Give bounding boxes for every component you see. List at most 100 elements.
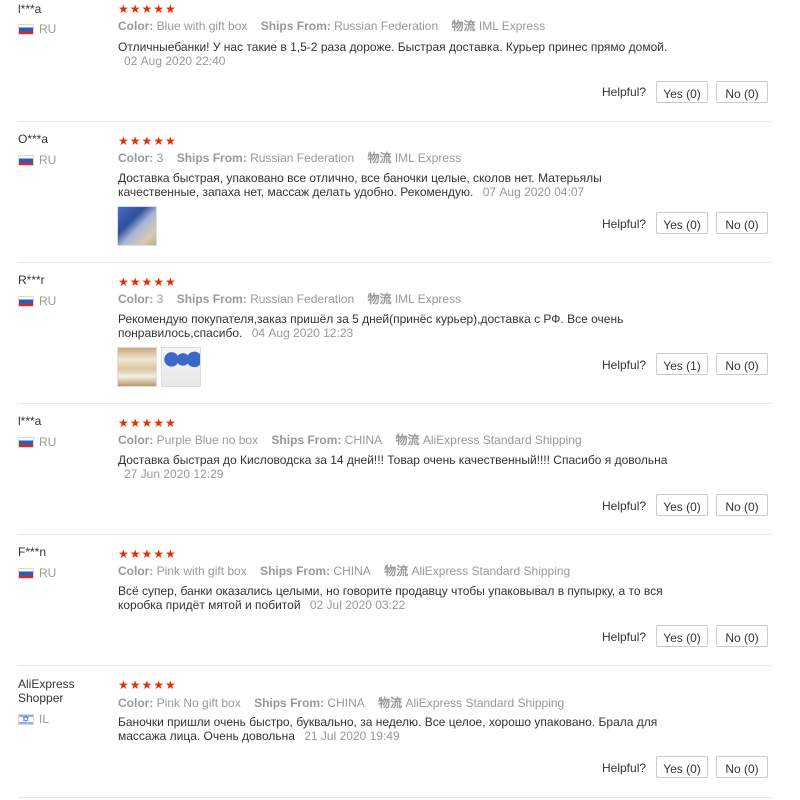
logistics-value: IML Express <box>394 151 462 165</box>
ships-from-value: Russian Federation <box>250 151 355 165</box>
review-text: Отличныебанки! У нас такие в 1,5-2 раза … <box>118 40 668 54</box>
review-meta: Color: Purple Blue no box Ships From: CH… <box>118 432 592 448</box>
logistics-label: 物流 <box>378 696 403 710</box>
country-code: RU <box>39 22 57 36</box>
ru-flag-icon <box>18 154 34 166</box>
country-code: RU <box>39 566 57 580</box>
logistics-value: IML Express <box>394 292 462 306</box>
review-meta: Color: Blue with gift box Ships From: Ru… <box>118 18 555 34</box>
color-label: Color: <box>118 433 154 447</box>
review-item: R***r RU ★★★★★ Color: 3 Ships From: Russ… <box>0 263 800 403</box>
color-value: Purple Blue no box <box>156 433 259 447</box>
ships-from-value: Russian Federation <box>250 292 355 306</box>
logistics-label: 物流 <box>367 292 392 306</box>
review-date: 02 Aug 2020 22:40 <box>124 54 226 68</box>
logistics-label: 物流 <box>367 151 392 165</box>
review-meta: Color: 3 Ships From: Russian Federation … <box>118 150 471 166</box>
reviewer-name: F***n <box>18 545 47 559</box>
review-item: l***a RU ★★★★★ Color: Purple Blue no box… <box>0 404 800 534</box>
color-value: Pink with gift box <box>156 564 247 578</box>
ships-from-value: CHINA <box>327 696 365 710</box>
review-date: 27 Jun 2020 12:29 <box>124 467 224 481</box>
country-code: RU <box>39 435 57 449</box>
reviewer-name: l***a <box>18 2 42 16</box>
reviewer-country: RU <box>18 566 56 580</box>
review-date: 04 Aug 2020 12:23 <box>251 326 354 340</box>
il-flag-icon <box>18 712 34 726</box>
logistics-value: IML Express <box>478 19 546 33</box>
review-item: AliExpress Shopper IL ★★★★★ Color: Pink … <box>0 666 800 800</box>
helpful-no-button[interactable]: No (0) <box>716 81 768 103</box>
ru-flag-icon <box>18 436 34 448</box>
color-value: 3 <box>156 292 164 306</box>
logistics-value: AliExpress Standard Shipping <box>422 433 582 447</box>
star-rating: ★★★★★ <box>118 678 177 692</box>
helpful-no-button[interactable]: No (0) <box>716 494 768 516</box>
star-rating: ★★★★★ <box>118 275 177 289</box>
color-label: Color: <box>118 564 154 578</box>
color-label: Color: <box>118 292 154 306</box>
helpful-yes-button[interactable]: Yes (0) <box>656 494 708 516</box>
logistics-value: AliExpress Standard Shipping <box>411 564 571 578</box>
country-code: IL <box>39 712 50 726</box>
ships-from-label: Ships From: <box>271 433 342 447</box>
helpful-yes-button[interactable]: Yes (1) <box>656 353 708 375</box>
review-item: l***a RU ★★★★★ Color: Blue with gift box… <box>0 0 800 122</box>
review-date: 07 Aug 2020 04:07 <box>482 185 585 199</box>
helpful-label: Helpful? <box>602 630 647 644</box>
helpful-label: Helpful? <box>602 358 647 372</box>
logistics-value: AliExpress Standard Shipping <box>405 696 565 710</box>
reviewer-country: RU <box>18 22 56 36</box>
review-meta: Color: Pink with gift box Ships From: CH… <box>118 563 580 579</box>
helpful-no-button[interactable]: No (0) <box>716 625 768 647</box>
ships-from-label: Ships From: <box>260 19 331 33</box>
ships-from-value: CHINA <box>333 564 371 578</box>
helpful-yes-button[interactable]: Yes (0) <box>656 756 708 778</box>
ru-flag-icon <box>18 567 34 579</box>
reviewer-country: RU <box>18 153 56 167</box>
reviewer-name: l***a <box>18 414 42 428</box>
review-text-block: Доставка быстрая до Кисловодска за 14 дн… <box>118 453 708 481</box>
star-rating: ★★★★★ <box>118 547 177 561</box>
star-rating: ★★★★★ <box>118 2 177 16</box>
logistics-label: 物流 <box>395 433 420 447</box>
ships-from-value: CHINA <box>344 433 383 447</box>
reviewer-name: AliExpress Shopper <box>18 677 75 705</box>
ships-from-value: Russian Federation <box>334 19 439 33</box>
review-date: 21 Jul 2020 19:49 <box>304 729 400 743</box>
color-value: Blue with gift box <box>156 19 248 33</box>
review-item: F***n RU ★★★★★ Color: Pink with gift box… <box>0 535 800 665</box>
country-code: RU <box>39 153 57 167</box>
helpful-yes-button[interactable]: Yes (0) <box>656 212 708 234</box>
review-photo-thumbnail[interactable] <box>118 207 156 245</box>
helpful-label: Helpful? <box>602 217 647 231</box>
ru-flag-icon <box>18 295 34 307</box>
review-text-block: Отличныебанки! У нас такие в 1,5-2 раза … <box>118 40 678 68</box>
helpful-no-button[interactable]: No (0) <box>716 756 768 778</box>
ships-from-label: Ships From: <box>176 151 247 165</box>
review-divider <box>18 797 772 798</box>
color-value: 3 <box>156 151 164 165</box>
review-photo-thumbnail[interactable] <box>118 348 156 386</box>
review-text-block: Рекомендую покупателя,заказ пришёл за 5 … <box>118 312 658 340</box>
review-date: 02 Jul 2020 03:22 <box>309 598 406 612</box>
helpful-label: Helpful? <box>602 85 647 99</box>
helpful-label: Helpful? <box>602 499 647 513</box>
star-rating: ★★★★★ <box>118 416 177 430</box>
ru-flag-icon <box>18 23 34 35</box>
ships-from-label: Ships From: <box>176 292 247 306</box>
helpful-no-button[interactable]: No (0) <box>716 353 768 375</box>
helpful-no-button[interactable]: No (0) <box>716 212 768 234</box>
helpful-yes-button[interactable]: Yes (0) <box>656 625 708 647</box>
country-code: RU <box>39 294 57 308</box>
color-value: Pink No gift box <box>156 696 241 710</box>
helpful-label: Helpful? <box>602 761 647 775</box>
helpful-yes-button[interactable]: Yes (0) <box>656 81 708 103</box>
review-text-block: Доставка быстрая, упаковано все отлично,… <box>118 171 638 199</box>
reviewer-country: RU <box>18 435 56 449</box>
color-label: Color: <box>118 151 154 165</box>
review-meta: Color: 3 Ships From: Russian Federation … <box>118 291 471 307</box>
review-text: Доставка быстрая до Кисловодска за 14 дн… <box>118 453 668 467</box>
review-photo-thumbnail[interactable] <box>162 348 200 386</box>
logistics-label: 物流 <box>451 19 476 33</box>
